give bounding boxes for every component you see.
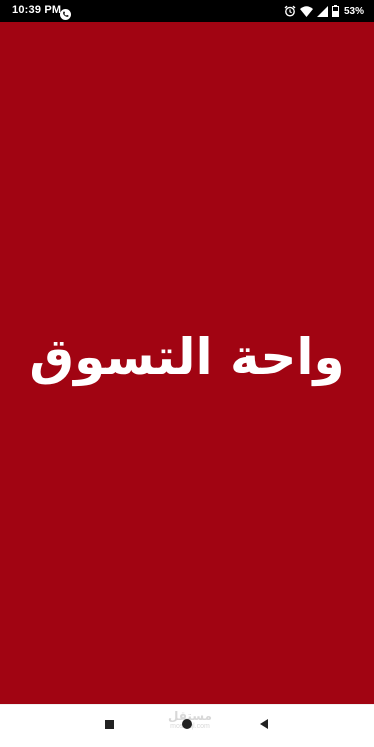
wifi-icon — [299, 5, 313, 17]
signal-icon — [316, 5, 328, 17]
back-icon[interactable] — [260, 719, 268, 729]
recents-icon[interactable] — [105, 720, 114, 729]
call-icon — [60, 5, 71, 20]
home-icon[interactable] — [182, 719, 192, 729]
navigation-bar: مستقل mostaql.com — [0, 704, 374, 747]
status-time: 10:39 PM — [12, 4, 62, 16]
status-icons: 53% — [284, 4, 364, 18]
phone-screen: 10:39 PM 53% واحة التسوق مستقل — [0, 0, 374, 747]
app-title: واحة التسوق — [29, 328, 345, 386]
splash-screen: واحة التسوق — [0, 22, 374, 704]
battery-icon — [331, 5, 339, 17]
battery-percent: 53% — [343, 5, 364, 17]
alarm-icon — [284, 5, 296, 17]
status-bar: 10:39 PM 53% — [0, 0, 374, 22]
